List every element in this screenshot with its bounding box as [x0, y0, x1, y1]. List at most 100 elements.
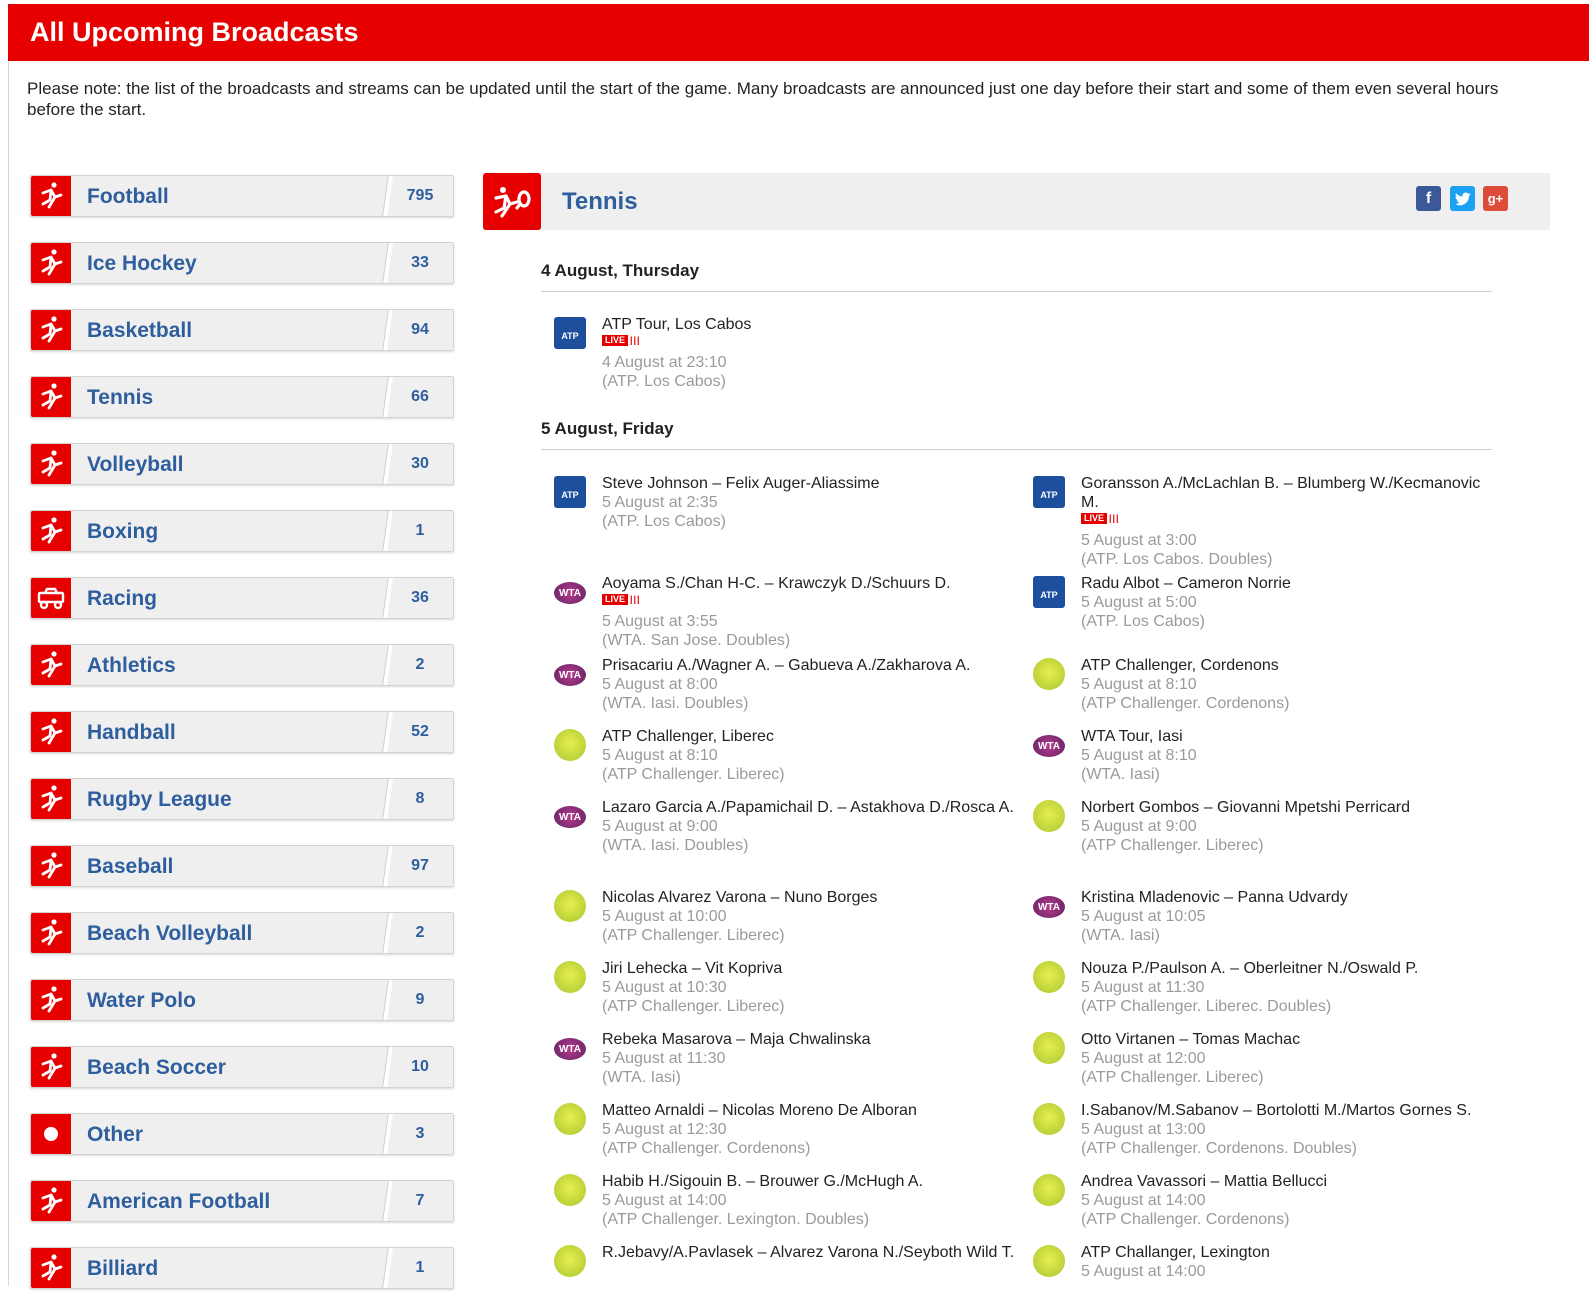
- google-plus-share-icon[interactable]: g+: [1483, 186, 1508, 211]
- event-title[interactable]: Habib H./Sigouin B. – Brouwer G./McHugh …: [602, 1172, 1022, 1191]
- event-title[interactable]: Radu Albot – Cameron Norrie: [1081, 574, 1501, 593]
- sport-name: Rugby League: [87, 788, 232, 811]
- sport-item[interactable]: Football 795: [30, 175, 454, 217]
- rugby-icon: [31, 779, 71, 819]
- event-title[interactable]: ATP Challanger, Lexington: [1081, 1243, 1501, 1262]
- event-title[interactable]: WTA Tour, Iasi: [1081, 727, 1501, 746]
- wta-logo-icon: WTA: [554, 806, 586, 828]
- sport-item[interactable]: Racing 36: [30, 577, 454, 619]
- sport-item[interactable]: Water Polo 9: [30, 979, 454, 1021]
- wta-logo-icon: WTA: [554, 582, 586, 604]
- event-source: (ATP Challenger. Liberec): [602, 766, 785, 783]
- broadcast-event[interactable]: Otto Virtanen – Tomas Machac 5 August at …: [1033, 1030, 1501, 1087]
- sport-name: Boxing: [87, 520, 159, 543]
- broadcast-event[interactable]: Habib H./Sigouin B. – Brouwer G./McHugh …: [554, 1172, 1022, 1229]
- broadcast-event[interactable]: WTA Rebeka Masarova – Maja Chwalinska 5 Au…: [554, 1030, 1022, 1087]
- sport-item[interactable]: Beach Soccer 10: [30, 1046, 454, 1088]
- event-source: (ATP Challenger. Cordenons): [1081, 1211, 1290, 1228]
- event-title[interactable]: ATP Challenger, Cordenons: [1081, 656, 1501, 675]
- event-title[interactable]: Goransson A./McLachlan B. – Blumberg W./…: [1081, 474, 1501, 512]
- event-title[interactable]: Andrea Vavassori – Mattia Bellucci: [1081, 1172, 1501, 1191]
- sport-item[interactable]: Volleyball 30: [30, 443, 454, 485]
- event-title[interactable]: I.Sabanov/M.Sabanov – Bortolotti M./Mart…: [1081, 1101, 1501, 1120]
- event-title[interactable]: Otto Virtanen – Tomas Machac: [1081, 1030, 1501, 1049]
- sport-name: Other: [87, 1123, 144, 1146]
- sport-item[interactable]: Beach Volleyball 2: [30, 912, 454, 954]
- event-source: (WTA. Iasi): [1081, 766, 1160, 783]
- broadcast-event[interactable]: WTA Kristina Mladenovic – Panna Udvardy 5 …: [1033, 888, 1501, 945]
- sport-name: Beach Volleyball: [87, 922, 253, 945]
- broadcast-event[interactable]: ATP ATP Tour, Los Cabos LIVE ||| 4 August at…: [554, 315, 1022, 391]
- broadcast-event[interactable]: Matteo Arnaldi – Nicolas Moreno De Albor…: [554, 1101, 1022, 1158]
- event-title[interactable]: Norbert Gombos – Giovanni Mpetshi Perric…: [1081, 798, 1501, 817]
- broadcast-event[interactable]: ATP Challenger, Liberec 5 August at 8:10 (…: [554, 727, 1022, 784]
- broadcast-count: 9: [387, 980, 453, 1020]
- event-title[interactable]: ATP Challenger, Liberec: [602, 727, 1022, 746]
- sport-item[interactable]: Ice Hockey 33: [30, 242, 454, 284]
- tennis-icon: [31, 377, 71, 417]
- sport-item[interactable]: Tennis 66: [30, 376, 454, 418]
- wta-logo-icon: WTA: [554, 1038, 586, 1060]
- broadcast-event[interactable]: WTA Aoyama S./Chan H-C. – Krawczyk D./Sch…: [554, 574, 1022, 650]
- broadcast-count: 94: [387, 310, 453, 350]
- event-source: (ATP Challenger. Lexington. Doubles): [602, 1211, 870, 1228]
- broadcast-event[interactable]: ATP Steve Johnson – Felix Auger-Aliassime…: [554, 474, 1022, 531]
- broadcast-event[interactable]: ATP Goransson A./McLachlan B. – Blumberg …: [1033, 474, 1501, 569]
- event-title[interactable]: Rebeka Masarova – Maja Chwalinska: [602, 1030, 1022, 1049]
- wta-logo-icon: WTA: [554, 664, 586, 686]
- sport-name: Football: [87, 185, 169, 208]
- broadcast-event[interactable]: R.Jebavy/A.Pavlasek – Alvarez Varona N./…: [554, 1243, 1022, 1277]
- broadcast-count: 36: [387, 578, 453, 618]
- event-title[interactable]: R.Jebavy/A.Pavlasek – Alvarez Varona N./…: [602, 1243, 1022, 1262]
- event-source: (ATP Challenger. Cordenons): [1081, 695, 1290, 712]
- broadcast-event[interactable]: WTA Prisacariu A./Wagner A. – Gabueva A./…: [554, 656, 1022, 713]
- facebook-share-icon[interactable]: f: [1416, 186, 1441, 211]
- beach-volleyball-icon: [31, 913, 71, 953]
- sport-item[interactable]: Boxing 1: [30, 510, 454, 552]
- sport-item[interactable]: Billiard 1: [30, 1247, 454, 1289]
- event-title[interactable]: Prisacariu A./Wagner A. – Gabueva A./Zak…: [602, 656, 1022, 675]
- sport-item[interactable]: Baseball 97: [30, 845, 454, 887]
- event-title[interactable]: Steve Johnson – Felix Auger-Aliassime: [602, 474, 1022, 493]
- event-source: (WTA. Iasi): [1081, 927, 1160, 944]
- broadcast-count: 52: [387, 712, 453, 752]
- twitter-share-icon[interactable]: [1450, 186, 1475, 211]
- event-title[interactable]: Nouza P./Paulson A. – Oberleitner N./Osw…: [1081, 959, 1501, 978]
- event-title[interactable]: Jiri Lehecka – Vit Kopriva: [602, 959, 1022, 978]
- athletics-icon: [31, 645, 71, 685]
- broadcast-event[interactable]: Jiri Lehecka – Vit Kopriva 5 August at 10…: [554, 959, 1022, 1016]
- boxing-icon: [31, 511, 71, 551]
- event-title[interactable]: Aoyama S./Chan H-C. – Krawczyk D./Schuur…: [602, 574, 1022, 593]
- event-time: 5 August at 12:00: [1081, 1050, 1206, 1067]
- atp-challenger-logo-icon: [554, 1103, 586, 1135]
- sport-item[interactable]: Handball 52: [30, 711, 454, 753]
- broadcast-event[interactable]: Norbert Gombos – Giovanni Mpetshi Perric…: [1033, 798, 1501, 855]
- event-title[interactable]: Kristina Mladenovic – Panna Udvardy: [1081, 888, 1501, 907]
- event-time: 5 August at 10:30: [602, 979, 727, 996]
- broadcast-event[interactable]: WTA Lazaro Garcia A./Papamichail D. – Ast…: [554, 798, 1022, 855]
- sport-item[interactable]: Athletics 2: [30, 644, 454, 686]
- broadcast-count: 1: [387, 1248, 453, 1288]
- atp-challenger-logo-icon: [1033, 961, 1065, 993]
- event-title[interactable]: Nicolas Alvarez Varona – Nuno Borges: [602, 888, 1022, 907]
- broadcast-event[interactable]: ATP Radu Albot – Cameron Norrie 5 August a…: [1033, 574, 1501, 631]
- atp-challenger-logo-icon: [1033, 800, 1065, 832]
- broadcast-event[interactable]: ATP Challanger, Lexington 5 August at 14:…: [1033, 1243, 1501, 1281]
- broadcast-count: 2: [387, 645, 453, 685]
- sport-item[interactable]: American Football 7: [30, 1180, 454, 1222]
- broadcast-event[interactable]: I.Sabanov/M.Sabanov – Bortolotti M./Mart…: [1033, 1101, 1501, 1158]
- broadcast-event[interactable]: WTA WTA Tour, Iasi 5 August at 8:10 (WTA. I…: [1033, 727, 1501, 784]
- sport-list: Football 795 Ice Hockey 33 Basketball 94 Tenni…: [30, 175, 454, 1314]
- broadcast-event[interactable]: Andrea Vavassori – Mattia Bellucci 5 Augu…: [1033, 1172, 1501, 1229]
- sport-item[interactable]: Other 3: [30, 1113, 454, 1155]
- broadcast-event[interactable]: Nouza P./Paulson A. – Oberleitner N./Osw…: [1033, 959, 1501, 1016]
- event-title[interactable]: ATP Tour, Los Cabos: [602, 315, 1022, 334]
- broadcast-event[interactable]: ATP Challenger, Cordenons 5 August at 8:1…: [1033, 656, 1501, 713]
- broadcast-event[interactable]: Nicolas Alvarez Varona – Nuno Borges 5 Au…: [554, 888, 1022, 945]
- sport-item[interactable]: Rugby League 8: [30, 778, 454, 820]
- tennis-icon: [483, 173, 541, 230]
- sport-name: Beach Soccer: [87, 1056, 226, 1079]
- sport-item[interactable]: Basketball 94: [30, 309, 454, 351]
- event-title[interactable]: Lazaro Garcia A./Papamichail D. – Astakh…: [602, 798, 1022, 817]
- event-title[interactable]: Matteo Arnaldi – Nicolas Moreno De Albor…: [602, 1101, 1022, 1120]
